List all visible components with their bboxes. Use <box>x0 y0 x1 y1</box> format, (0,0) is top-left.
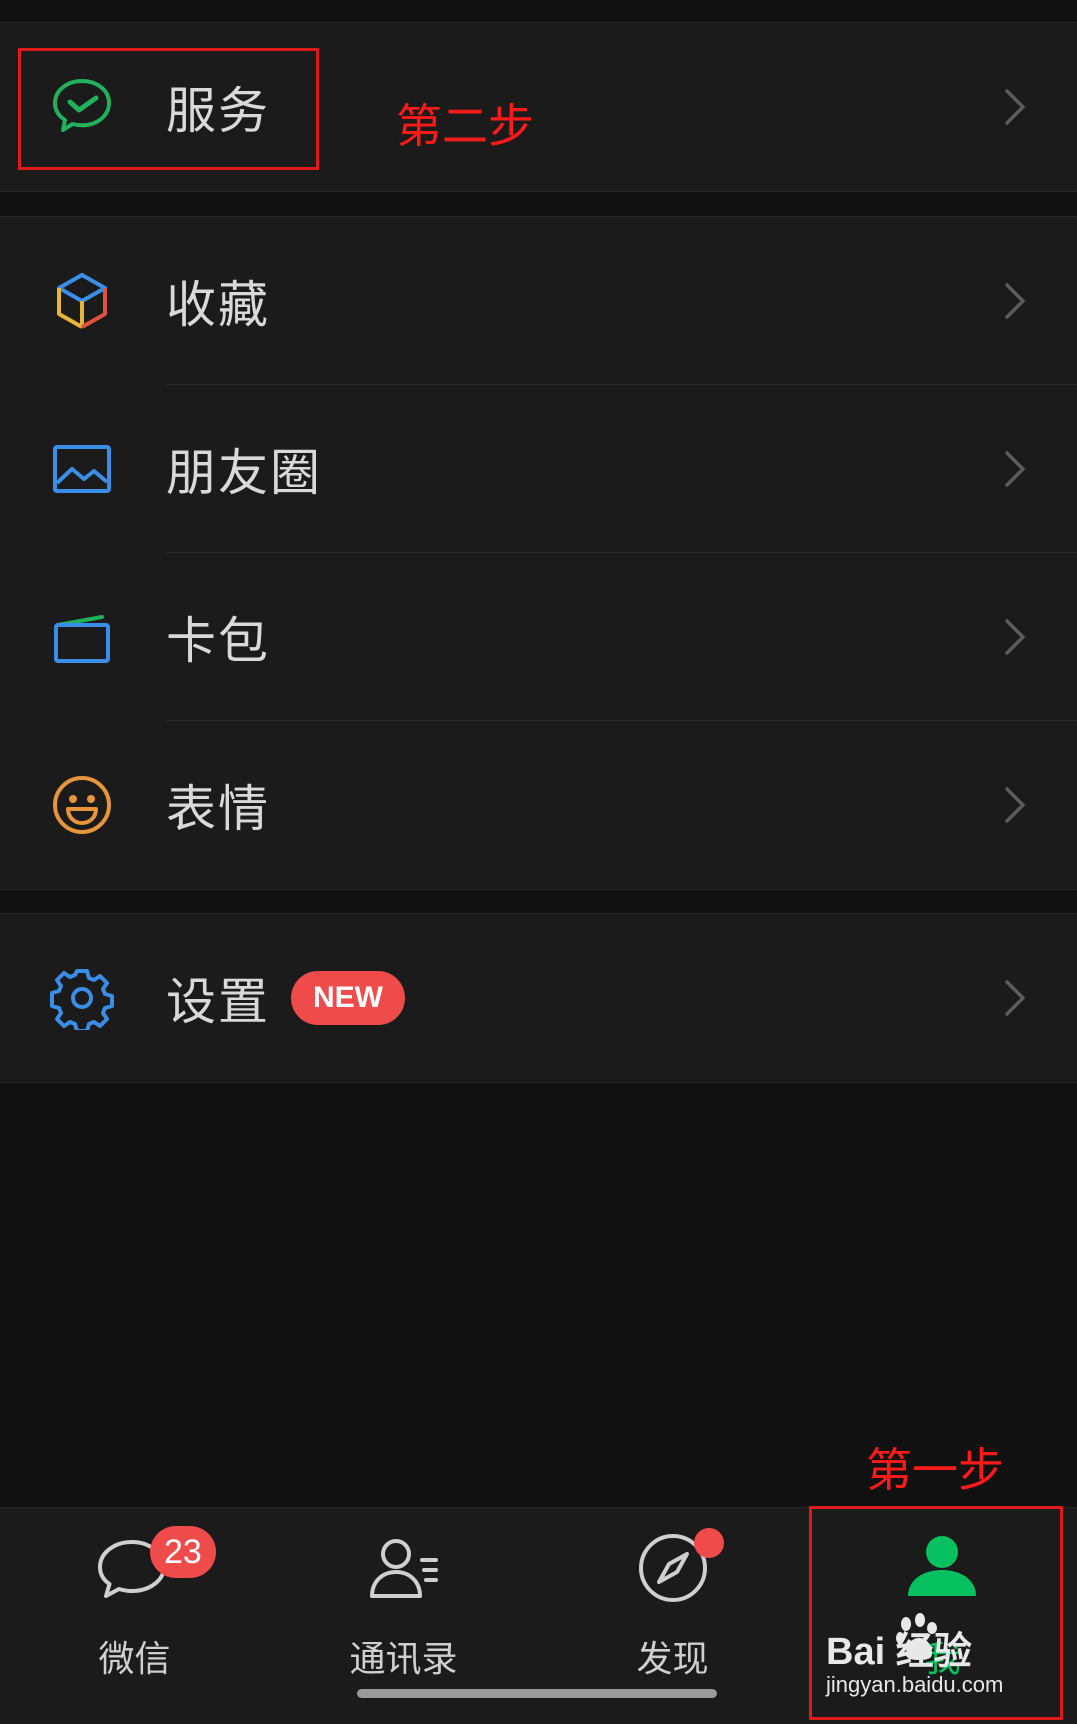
unread-count-badge: 23 <box>150 1526 216 1578</box>
contacts-icon <box>366 1530 442 1606</box>
chevron-right-icon <box>1003 449 1027 489</box>
menu-label-cards: 卡包 <box>166 612 270 670</box>
cube-icon <box>50 269 114 333</box>
chevron-right-icon <box>1003 785 1027 825</box>
chevron-right-icon <box>1003 617 1027 657</box>
annotation-box-service <box>18 48 319 170</box>
tab-label-discover: 发现 <box>636 1639 709 1680</box>
settings-group: 设置 NEW <box>0 913 1077 1083</box>
tab-label-contacts: 通讯录 <box>349 1639 458 1680</box>
menu-item-stickers[interactable]: 表情 <box>0 721 1077 889</box>
annotation-box-me-tab <box>809 1506 1063 1720</box>
wallet-icon <box>50 605 114 669</box>
new-content-dot <box>694 1528 724 1558</box>
chevron-right-icon <box>1003 87 1027 127</box>
menu-label-stickers: 表情 <box>166 780 270 838</box>
menu-label-settings: 设置 <box>166 973 270 1031</box>
gear-icon <box>50 966 114 1030</box>
menu-item-moments[interactable]: 朋友圈 <box>0 385 1077 553</box>
menu-item-cards[interactable]: 卡包 <box>0 553 1077 721</box>
tab-label-chats: 微信 <box>98 1639 171 1680</box>
chevron-right-icon <box>1003 281 1027 321</box>
new-badge: NEW <box>291 971 405 1025</box>
menu-item-favorites[interactable]: 收藏 <box>0 217 1077 385</box>
annotation-step-one: 第一步 <box>866 1443 1004 1497</box>
top-strip <box>0 0 1077 23</box>
tab-chats[interactable]: 23 微信 <box>0 1508 269 1724</box>
menu-label-favorites: 收藏 <box>166 276 270 334</box>
image-icon <box>50 437 114 501</box>
smiley-icon <box>50 773 114 837</box>
menu-item-settings[interactable]: 设置 NEW <box>0 914 1077 1082</box>
features-group: 收藏 朋友圈 卡包 表情 <box>0 216 1077 890</box>
menu-label-moments: 朋友圈 <box>166 444 322 502</box>
annotation-step-two: 第二步 <box>396 99 534 153</box>
chevron-right-icon <box>1003 978 1027 1018</box>
home-indicator[interactable] <box>357 1689 717 1698</box>
